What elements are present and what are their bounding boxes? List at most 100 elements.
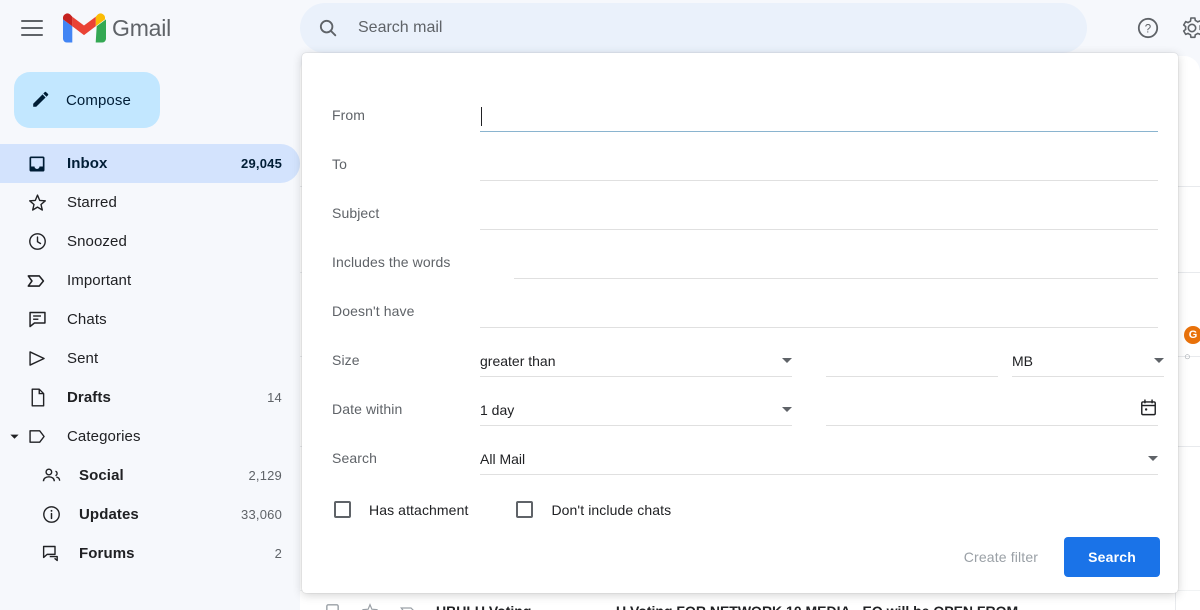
excludes-input[interactable]: [480, 300, 1158, 328]
field-label: To: [332, 156, 347, 172]
important-icon: [26, 270, 48, 292]
text-cursor: [481, 107, 482, 126]
people-icon: [40, 465, 62, 487]
sidebar-item-inbox[interactable]: Inbox 29,045: [0, 144, 300, 183]
sidebar-item-label: Drafts: [67, 389, 111, 406]
brand-name: Gmail: [112, 14, 172, 41]
checkbox-label: Don't include chats: [551, 501, 672, 518]
gear-icon[interactable]: [1170, 6, 1200, 50]
mail-sender: UBULU Voting: [436, 603, 616, 610]
from-field-wrap[interactable]: [480, 104, 1158, 132]
field-label: Search: [332, 450, 377, 466]
sidebar-item-label: Inbox: [67, 155, 108, 172]
field-row-date: Date within 1 day: [302, 377, 1178, 426]
field-row-to: To: [302, 132, 1178, 181]
sidebar-item-forums[interactable]: Forums 2: [0, 534, 300, 573]
checkbox-icon[interactable]: [334, 501, 351, 518]
gmail-logo-icon: [62, 11, 106, 45]
to-field-wrap[interactable]: [480, 153, 1158, 181]
subject-input[interactable]: [480, 202, 1158, 230]
checkbox-icon[interactable]: [516, 501, 534, 518]
has-attachment-checkbox-group[interactable]: Has attachment: [334, 501, 468, 518]
no-chats-checkbox-group[interactable]: Don't include chats: [516, 501, 671, 518]
date-range-value: 1 day: [480, 401, 515, 418]
date-input-select[interactable]: [826, 398, 1158, 426]
sidebar-item-count: 2: [274, 546, 282, 561]
scope-select[interactable]: All Mail: [480, 447, 1158, 475]
avatar: G: [1184, 326, 1200, 344]
sidebar-item-count: 2,129: [248, 468, 282, 483]
size-operator-select-wrap[interactable]: greater than: [480, 349, 792, 377]
size-operator-select[interactable]: greater than: [480, 349, 792, 377]
help-circle-icon[interactable]: ?: [1126, 6, 1170, 50]
pencil-icon: [30, 88, 52, 113]
field-label: From: [332, 107, 366, 123]
excludes-field-wrap[interactable]: [480, 300, 1158, 328]
field-label: Subject: [332, 205, 380, 221]
calendar-icon[interactable]: [1139, 398, 1158, 422]
chevron-down-icon[interactable]: [6, 429, 22, 445]
checkbox-row: Has attachment Don't include chats: [302, 475, 1178, 518]
sidebar-item-social[interactable]: Social 2,129: [0, 456, 300, 495]
sidebar-item-drafts[interactable]: Drafts 14: [0, 378, 300, 417]
date-range-select[interactable]: 1 day: [480, 398, 792, 426]
date-value: [826, 410, 1139, 414]
sidebar-item-label: Categories: [67, 428, 141, 445]
field-label: Doesn't have: [332, 303, 415, 319]
checkbox-icon[interactable]: [322, 601, 342, 610]
sidebar-item-label: Updates: [79, 506, 139, 523]
field-label: Size: [332, 352, 360, 368]
field-label: Date within: [332, 401, 403, 417]
compose-button[interactable]: Compose: [14, 72, 160, 128]
chat-icon: [26, 309, 48, 331]
star-outline-icon[interactable]: [360, 601, 380, 610]
sidebar-item-sent[interactable]: Sent: [0, 339, 300, 378]
chevron-down-icon: [1148, 456, 1158, 461]
send-icon: [26, 348, 48, 370]
info-icon: [40, 504, 62, 526]
compose-label: Compose: [66, 91, 131, 109]
search-icon[interactable]: [304, 4, 352, 52]
scope-select-wrap[interactable]: All Mail: [480, 447, 1158, 475]
sidebar-item-snoozed[interactable]: Snoozed: [0, 222, 300, 261]
size-unit-select-wrap[interactable]: MB: [1012, 349, 1164, 377]
to-input[interactable]: [480, 153, 1158, 181]
ghost-row-marker: ○: [1184, 351, 1191, 363]
search-input[interactable]: [358, 19, 1087, 37]
sidebar-item-categories[interactable]: Categories: [0, 417, 300, 456]
date-input-wrap[interactable]: [826, 398, 1158, 426]
search-button[interactable]: Search: [1064, 537, 1160, 577]
create-filter-button[interactable]: Create filter: [948, 540, 1054, 574]
mail-subject: U Voting FOR NETWORK 10 MEDIA - EQ will …: [616, 603, 1200, 610]
size-amount-input[interactable]: [826, 349, 998, 377]
includes-field-wrap[interactable]: [514, 251, 1158, 279]
important-outline-icon[interactable]: [398, 601, 418, 610]
clock-icon: [26, 231, 48, 253]
size-amount-wrap[interactable]: [826, 349, 998, 377]
sidebar-item-chats[interactable]: Chats: [0, 300, 300, 339]
sidebar-item-count: 33,060: [241, 507, 282, 522]
gmail-app-window: a G ○ UBULU Voting U Voting FOR NETWORK …: [0, 0, 1200, 610]
date-range-select-wrap[interactable]: 1 day: [480, 398, 792, 426]
sidebar-item-label: Snoozed: [67, 233, 127, 250]
table-row[interactable]: UBULU Voting U Voting FOR NETWORK 10 MED…: [300, 590, 1200, 610]
sidebar: Compose Inbox 29,045 Starred Snoozed Imp…: [0, 56, 300, 610]
from-input[interactable]: [480, 104, 1158, 132]
sidebar-item-important[interactable]: Important: [0, 261, 300, 300]
search-bar[interactable]: [300, 3, 1087, 53]
field-row-excludes: Doesn't have: [302, 279, 1178, 328]
sidebar-item-label: Sent: [67, 350, 99, 367]
sidebar-item-updates[interactable]: Updates 33,060: [0, 495, 300, 534]
brand[interactable]: Gmail: [62, 11, 171, 45]
checkbox-label: Has attachment: [369, 501, 469, 518]
includes-input[interactable]: [514, 251, 1158, 279]
chevron-down-icon: [1154, 358, 1164, 363]
sidebar-item-count: 29,045: [241, 156, 282, 171]
size-unit-select[interactable]: MB: [1012, 349, 1164, 377]
sidebar-item-label: Forums: [79, 545, 135, 562]
sidebar-item-starred[interactable]: Starred: [0, 183, 300, 222]
subject-field-wrap[interactable]: [480, 202, 1158, 230]
sidebar-item-label: Chats: [67, 311, 107, 328]
hamburger-menu-icon[interactable]: [12, 8, 52, 48]
dialog-actions: Create filter Search: [948, 537, 1160, 577]
